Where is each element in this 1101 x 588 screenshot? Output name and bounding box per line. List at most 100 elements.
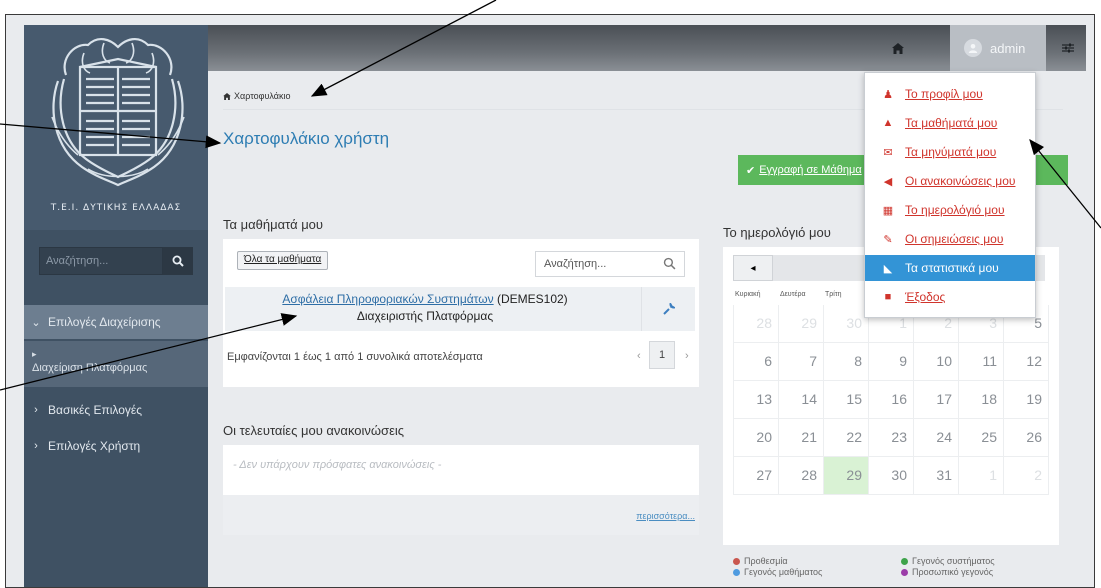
course-settings-button[interactable]: [641, 287, 695, 331]
course-link[interactable]: Ασφάλεια Πληροφοριακών Συστημάτων: [282, 292, 493, 306]
calendar-day[interactable]: 13: [734, 381, 779, 419]
calendar-day[interactable]: 11: [959, 343, 1004, 381]
legend-label: Προσωπικό γεγονός: [912, 567, 994, 577]
sidebar-search-input[interactable]: [39, 247, 163, 275]
sidebar-item-basic-options[interactable]: › Βασικές Επιλογές: [24, 397, 208, 423]
calendar-day[interactable]: 23: [869, 419, 914, 457]
legend-item: Γεγονός μαθήματος: [733, 567, 822, 577]
calendar-day[interactable]: 27: [734, 457, 779, 495]
calendar-prev-button[interactable]: ◂: [733, 255, 773, 281]
calendar-day[interactable]: 17: [914, 381, 959, 419]
sidebar-item-platform-admin[interactable]: ▸ Διαχείριση Πλατφόρμας: [24, 341, 208, 387]
empty-announcements: - Δεν υπάρχουν πρόσφατες ανακοινώσεις -: [233, 459, 442, 471]
calendar-day[interactable]: 21: [779, 419, 824, 457]
enroll-label: Εγγραφή σε Μάθημα: [759, 164, 862, 176]
calendar-day[interactable]: 9: [869, 343, 914, 381]
sidebar-item-label: Επιλογές Διαχείρισης: [48, 315, 161, 329]
prev-page-button[interactable]: ‹: [637, 350, 641, 362]
calendar-day[interactable]: 6: [734, 343, 779, 381]
breadcrumb: Χαρτοφυλάκιο: [223, 91, 290, 101]
user-menu-button[interactable]: admin: [950, 25, 1046, 71]
calendar-day[interactable]: 1: [959, 457, 1004, 495]
legend-label: Γεγονός συστήματος: [912, 556, 995, 566]
bullet-icon: ▸: [32, 349, 37, 359]
menu-item-label: Τα μηνύματά μου: [905, 145, 997, 159]
user-icon: [964, 39, 982, 57]
calendar-day[interactable]: 29: [779, 305, 824, 343]
home-button[interactable]: [880, 25, 916, 71]
sidebar-search-button[interactable]: [163, 247, 193, 275]
calendar-day[interactable]: 24: [914, 419, 959, 457]
breadcrumb-label[interactable]: Χαρτοφυλάκιο: [234, 91, 290, 101]
envelope-icon: ✉: [883, 146, 893, 159]
all-courses-button[interactable]: Όλα τα μαθήματα: [237, 251, 329, 270]
course-code: (DEMES102): [496, 292, 568, 306]
more-link[interactable]: περισσότερα...: [636, 511, 695, 521]
calendar-day[interactable]: 31: [914, 457, 959, 495]
bullhorn-icon: ◀: [883, 175, 893, 188]
check-icon: ✔: [746, 164, 756, 177]
menu-item[interactable]: ▲ Τα μαθήματά μου: [865, 110, 1035, 136]
menu-item[interactable]: ■ Έξοδος: [865, 284, 1035, 310]
legend-dot-icon: [733, 557, 740, 565]
org-name: Τ.Ε.Ι. ΔΥΤΙΚΗΣ ΕΛΛΑΔΑΣ: [50, 203, 182, 213]
legend-dot-icon: [901, 557, 908, 565]
sidebar: Τ.Ε.Ι. ΔΥΤΙΚΗΣ ΕΛΛΑΔΑΣ ⌄ Επιλογές Διαχεί…: [24, 25, 208, 587]
calendar-day[interactable]: 30: [824, 305, 869, 343]
calendar-day[interactable]: 8: [824, 343, 869, 381]
menu-item-label: Το προφίλ μου: [905, 87, 983, 101]
chart-icon: ◣: [883, 262, 893, 275]
menu-item-label: Τα στατιστικά μου: [905, 261, 999, 275]
calendar-day[interactable]: 18: [959, 381, 1004, 419]
logo-area: Τ.Ε.Ι. ΔΥΤΙΚΗΣ ΕΛΛΑΔΑΣ: [24, 25, 208, 230]
settings-icon: [1062, 43, 1074, 53]
menu-item[interactable]: ✉ Τα μηνύματά μου: [865, 139, 1035, 165]
calendar-day[interactable]: 25: [959, 419, 1004, 457]
sidebar-item-user-options[interactable]: › Επιλογές Χρήστη: [24, 433, 208, 459]
calendar-day[interactable]: 19: [1004, 381, 1049, 419]
settings-button[interactable]: [1050, 25, 1086, 71]
calendar-day[interactable]: 7: [779, 343, 824, 381]
weekday-label: Τρίτη: [825, 291, 842, 298]
top-bar: admin: [208, 25, 1086, 71]
menu-item[interactable]: ◣ Τα στατιστικά μου: [865, 255, 1035, 281]
page-1-button[interactable]: 1: [649, 341, 675, 369]
legend-item: Προσωπικό γεγονός: [901, 567, 993, 577]
legend-item: Προθεσμία: [733, 556, 788, 566]
calendar-day[interactable]: 14: [779, 381, 824, 419]
calendar-day[interactable]: 29: [824, 457, 869, 495]
menu-item[interactable]: ◀ Οι ανακοινώσεις μου: [865, 168, 1035, 194]
menu-item-label: Οι ανακοινώσεις μου: [905, 174, 1016, 188]
calendar-day[interactable]: 28: [779, 457, 824, 495]
menu-item[interactable]: ♟ Το προφίλ μου: [865, 81, 1035, 107]
sidebar-item-label: Βασικές Επιλογές: [48, 403, 143, 417]
calendar-day[interactable]: 2: [1004, 457, 1049, 495]
menu-item-label: Έξοδος: [905, 290, 946, 304]
menu-item[interactable]: ✎ Οι σημειώσεις μου: [865, 226, 1035, 252]
calendar-grid: 28 29 30 1 2 3 5 6 7 8 9 10 11 12 13 14 15 16 17 18 19 20 21 22…: [733, 305, 1049, 495]
menu-item[interactable]: ▦ Το ημερολόγιό μου: [865, 197, 1035, 223]
calendar-day[interactable]: 20: [734, 419, 779, 457]
calendar-day[interactable]: 30: [869, 457, 914, 495]
user-dropdown-menu: ♟ Το προφίλ μου ▲ Τα μαθήματά μου ✉ Τα μηνύμα…: [864, 72, 1036, 318]
greek-coat-of-arms-logo: [51, 38, 185, 187]
calendar-day[interactable]: 12: [1004, 343, 1049, 381]
home-icon: [892, 42, 904, 54]
calendar-day[interactable]: 28: [734, 305, 779, 343]
course-search-input[interactable]: Αναζήτηση...: [535, 251, 685, 277]
calendar-day[interactable]: 26: [1004, 419, 1049, 457]
next-page-button[interactable]: ›: [685, 350, 689, 362]
legend-dot-icon: [901, 568, 908, 576]
legend-label: Γεγονός μαθήματος: [744, 567, 823, 577]
sidebar-search: [39, 247, 193, 275]
menu-item-label: Οι σημειώσεις μου: [905, 232, 1004, 246]
calendar-day[interactable]: 16: [869, 381, 914, 419]
home-icon: [223, 92, 231, 100]
announcements-title: Οι τελευταίες μου ανακοινώσεις: [223, 423, 405, 438]
calendar-day[interactable]: 15: [824, 381, 869, 419]
my-courses-title: Τα μαθήματά μου: [223, 217, 324, 232]
results-summary: Εμφανίζονται 1 έως 1 από 1 συνολικά αποτ…: [227, 351, 483, 363]
calendar-day[interactable]: 10: [914, 343, 959, 381]
calendar-day[interactable]: 22: [824, 419, 869, 457]
sidebar-item-admin-options[interactable]: ⌄ Επιλογές Διαχείρισης: [24, 305, 208, 339]
